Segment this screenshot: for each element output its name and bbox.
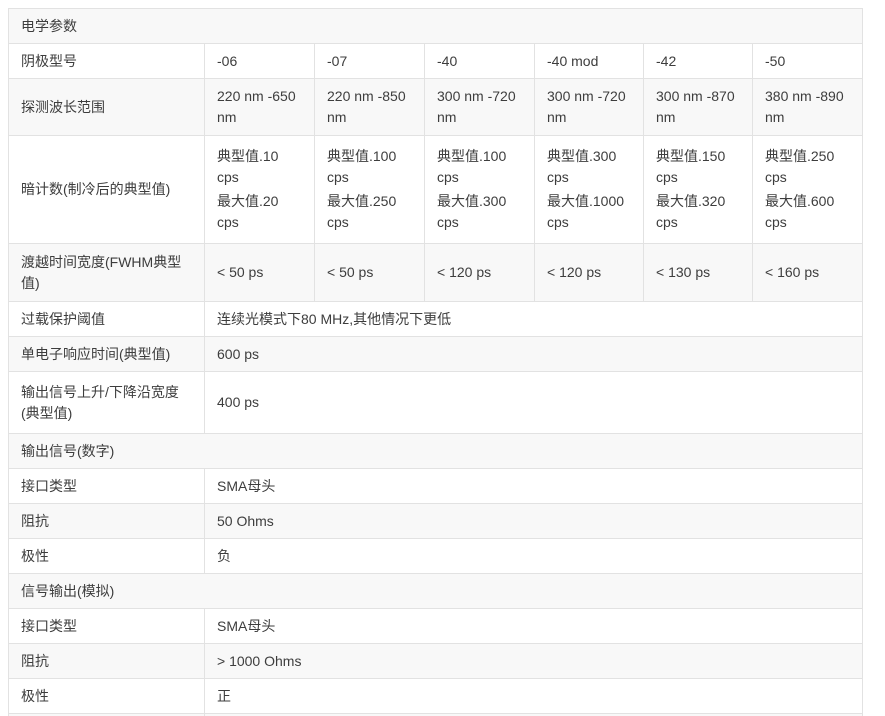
- transit-time-cell: < 160 ps: [753, 244, 863, 302]
- row-label-overload-threshold: 过载保护阈值: [9, 302, 205, 337]
- section-title-digital-output: 输出信号(数字): [9, 434, 863, 469]
- dark-count-max: 最大值.300 cps: [437, 191, 522, 233]
- dark-count-cell: 典型值.100 cps 最大值.300 cps: [425, 136, 535, 244]
- row-label-polarity: 极性: [9, 539, 205, 574]
- row-label-cathode-model: 阴极型号: [9, 44, 205, 79]
- table-row-output-edge-width: 输出信号上升/下降沿宽度(典型值) 400 ps: [9, 372, 863, 434]
- row-label-dark-count: 暗计数(制冷后的典型值): [9, 136, 205, 244]
- dark-count-max: 最大值.1000 cps: [547, 191, 631, 233]
- digital-connector-value: SMA母头: [205, 469, 863, 504]
- table-row-wavelength-range: 探测波长范围 220 nm -650 nm 220 nm -850 nm 300…: [9, 79, 863, 136]
- table-row-transit-time: 渡越时间宽度(FWHM典型值) < 50 ps < 50 ps < 120 ps…: [9, 244, 863, 302]
- spec-page: 电学参数 阴极型号 -06 -07 -40 -40 mod -42 -50 探测…: [0, 0, 885, 716]
- transit-time-cell: < 50 ps: [205, 244, 315, 302]
- cathode-model-cell-40: -40: [425, 44, 535, 79]
- single-electron-response-value: 600 ps: [205, 337, 863, 372]
- dark-count-max: 最大值.20 cps: [217, 191, 302, 233]
- wavelength-cell: 300 nm -720 nm: [535, 79, 644, 136]
- wavelength-cell: 300 nm -870 nm: [644, 79, 753, 136]
- transit-time-cell: < 130 ps: [644, 244, 753, 302]
- table-row-analog-impedance: 阻抗 > 1000 Ohms: [9, 644, 863, 679]
- table-row-cathode-model: 阴极型号 -06 -07 -40 -40 mod -42 -50: [9, 44, 863, 79]
- analog-polarity-value: 正: [205, 679, 863, 714]
- row-label-transit-time: 渡越时间宽度(FWHM典型值): [9, 244, 205, 302]
- dark-count-typical: 典型值.300 cps: [547, 146, 631, 188]
- digital-polarity-value: 负: [205, 539, 863, 574]
- dark-count-typical: 典型值.250 cps: [765, 146, 850, 188]
- table-row-digital-connector: 接口类型 SMA母头: [9, 469, 863, 504]
- table-row-dark-count: 暗计数(制冷后的典型值) 典型值.10 cps 最大值.20 cps 典型值.1…: [9, 136, 863, 244]
- row-label-polarity: 极性: [9, 679, 205, 714]
- cathode-model-cell-07: -07: [315, 44, 425, 79]
- output-edge-width-value: 400 ps: [205, 372, 863, 434]
- transit-time-cell: < 120 ps: [535, 244, 644, 302]
- electrical-parameters-table: 电学参数 阴极型号 -06 -07 -40 -40 mod -42 -50 探测…: [8, 8, 863, 716]
- section-row-digital-output: 输出信号(数字): [9, 434, 863, 469]
- overload-threshold-value: 连续光模式下80 MHz,其他情况下更低: [205, 302, 863, 337]
- table-row-analog-polarity: 极性 正: [9, 679, 863, 714]
- row-label-impedance: 阻抗: [9, 504, 205, 539]
- dark-count-typical: 典型值.150 cps: [656, 146, 740, 188]
- dark-count-max: 最大值.250 cps: [327, 191, 412, 233]
- dark-count-typical: 典型值.100 cps: [327, 146, 412, 188]
- table-row-digital-impedance: 阻抗 50 Ohms: [9, 504, 863, 539]
- section-row-electrical: 电学参数: [9, 9, 863, 44]
- row-label-output-edge-width: 输出信号上升/下降沿宽度(典型值): [9, 372, 205, 434]
- transit-time-cell: < 50 ps: [315, 244, 425, 302]
- cathode-model-cell-50: -50: [753, 44, 863, 79]
- dark-count-cell: 典型值.300 cps 最大值.1000 cps: [535, 136, 644, 244]
- analog-impedance-value: > 1000 Ohms: [205, 644, 863, 679]
- row-label-single-electron-response: 单电子响应时间(典型值): [9, 337, 205, 372]
- section-title-electrical: 电学参数: [9, 9, 863, 44]
- cathode-model-cell-40mod: -40 mod: [535, 44, 644, 79]
- section-row-analog-output: 信号输出(模拟): [9, 574, 863, 609]
- transit-time-cell: < 120 ps: [425, 244, 535, 302]
- table-row-digital-polarity: 极性 负: [9, 539, 863, 574]
- wavelength-cell: 380 nm -890 nm: [753, 79, 863, 136]
- cathode-model-cell-06: -06: [205, 44, 315, 79]
- row-label-connector-type: 接口类型: [9, 609, 205, 644]
- section-title-analog-output: 信号输出(模拟): [9, 574, 863, 609]
- dark-count-typical: 典型值.100 cps: [437, 146, 522, 188]
- digital-impedance-value: 50 Ohms: [205, 504, 863, 539]
- dark-count-cell: 典型值.250 cps 最大值.600 cps: [753, 136, 863, 244]
- dark-count-cell: 典型值.100 cps 最大值.250 cps: [315, 136, 425, 244]
- row-label-impedance: 阻抗: [9, 644, 205, 679]
- dark-count-max: 最大值.600 cps: [765, 191, 850, 233]
- wavelength-cell: 220 nm -850 nm: [315, 79, 425, 136]
- dark-count-typical: 典型值.10 cps: [217, 146, 302, 188]
- cathode-model-cell-42: -42: [644, 44, 753, 79]
- wavelength-cell: 220 nm -650 nm: [205, 79, 315, 136]
- dark-count-cell: 典型值.10 cps 最大值.20 cps: [205, 136, 315, 244]
- analog-connector-value: SMA母头: [205, 609, 863, 644]
- table-row-overload-threshold: 过载保护阈值 连续光模式下80 MHz,其他情况下更低: [9, 302, 863, 337]
- row-label-connector-type: 接口类型: [9, 469, 205, 504]
- wavelength-cell: 300 nm -720 nm: [425, 79, 535, 136]
- table-row-single-electron-response: 单电子响应时间(典型值) 600 ps: [9, 337, 863, 372]
- table-row-analog-connector: 接口类型 SMA母头: [9, 609, 863, 644]
- dark-count-cell: 典型值.150 cps 最大值.320 cps: [644, 136, 753, 244]
- dark-count-max: 最大值.320 cps: [656, 191, 740, 233]
- row-label-wavelength-range: 探测波长范围: [9, 79, 205, 136]
